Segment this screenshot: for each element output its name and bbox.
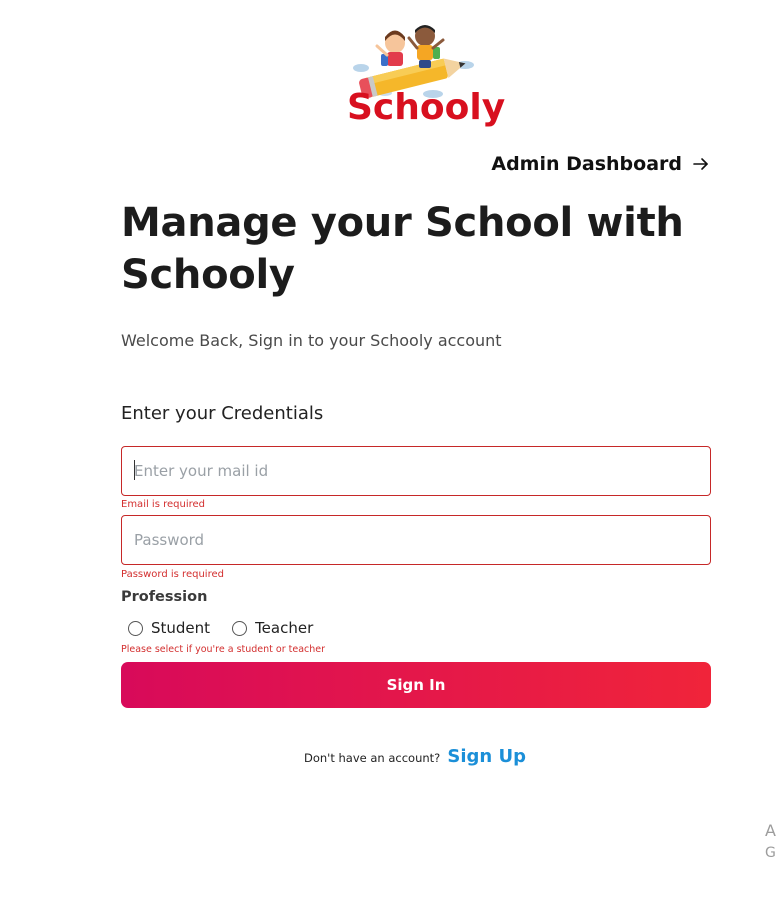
student-radio-label: Student (151, 619, 211, 637)
page-headline: Manage your School with Schooly (121, 200, 684, 298)
profession-option-teacher[interactable]: Teacher (232, 618, 313, 638)
teacher-radio-label: Teacher (255, 619, 314, 637)
sign-up-link[interactable]: Sign Up (447, 746, 526, 767)
signup-row: Don't have an account? Sign Up (0, 746, 776, 767)
profession-radio-group: Student Teacher (128, 618, 313, 638)
student-radio[interactable] (128, 620, 143, 636)
admin-dashboard-label: Admin Dashboard (491, 153, 682, 175)
schooly-logo: Schooly (345, 18, 506, 133)
password-input[interactable] (121, 515, 711, 565)
arrow-right-icon (693, 158, 708, 170)
logo-wordmark: Schooly (347, 87, 506, 128)
teacher-radio[interactable] (232, 620, 248, 636)
welcome-subtitle: Welcome Back, Sign in to your Schooly ac… (121, 331, 502, 350)
profession-error-message: Please select if you're a student or tea… (121, 644, 326, 655)
admin-dashboard-link[interactable]: Admin Dashboard (491, 151, 710, 177)
corner-text-line2: G (765, 845, 776, 861)
password-error-message: Password is required (121, 569, 224, 580)
corner-text-line1: A (765, 821, 776, 840)
email-error-message: Email is required (121, 499, 205, 510)
credentials-heading: Enter your Credentials (121, 403, 324, 424)
profession-option-student[interactable]: Student (128, 618, 210, 638)
sign-in-button[interactable]: Sign In (121, 662, 711, 708)
corner-clipped-text: A G (765, 820, 776, 864)
email-input[interactable] (121, 446, 711, 496)
profession-label: Profession (121, 589, 208, 605)
text-cursor (134, 460, 135, 480)
signup-prompt: Don't have an account? (304, 751, 441, 765)
